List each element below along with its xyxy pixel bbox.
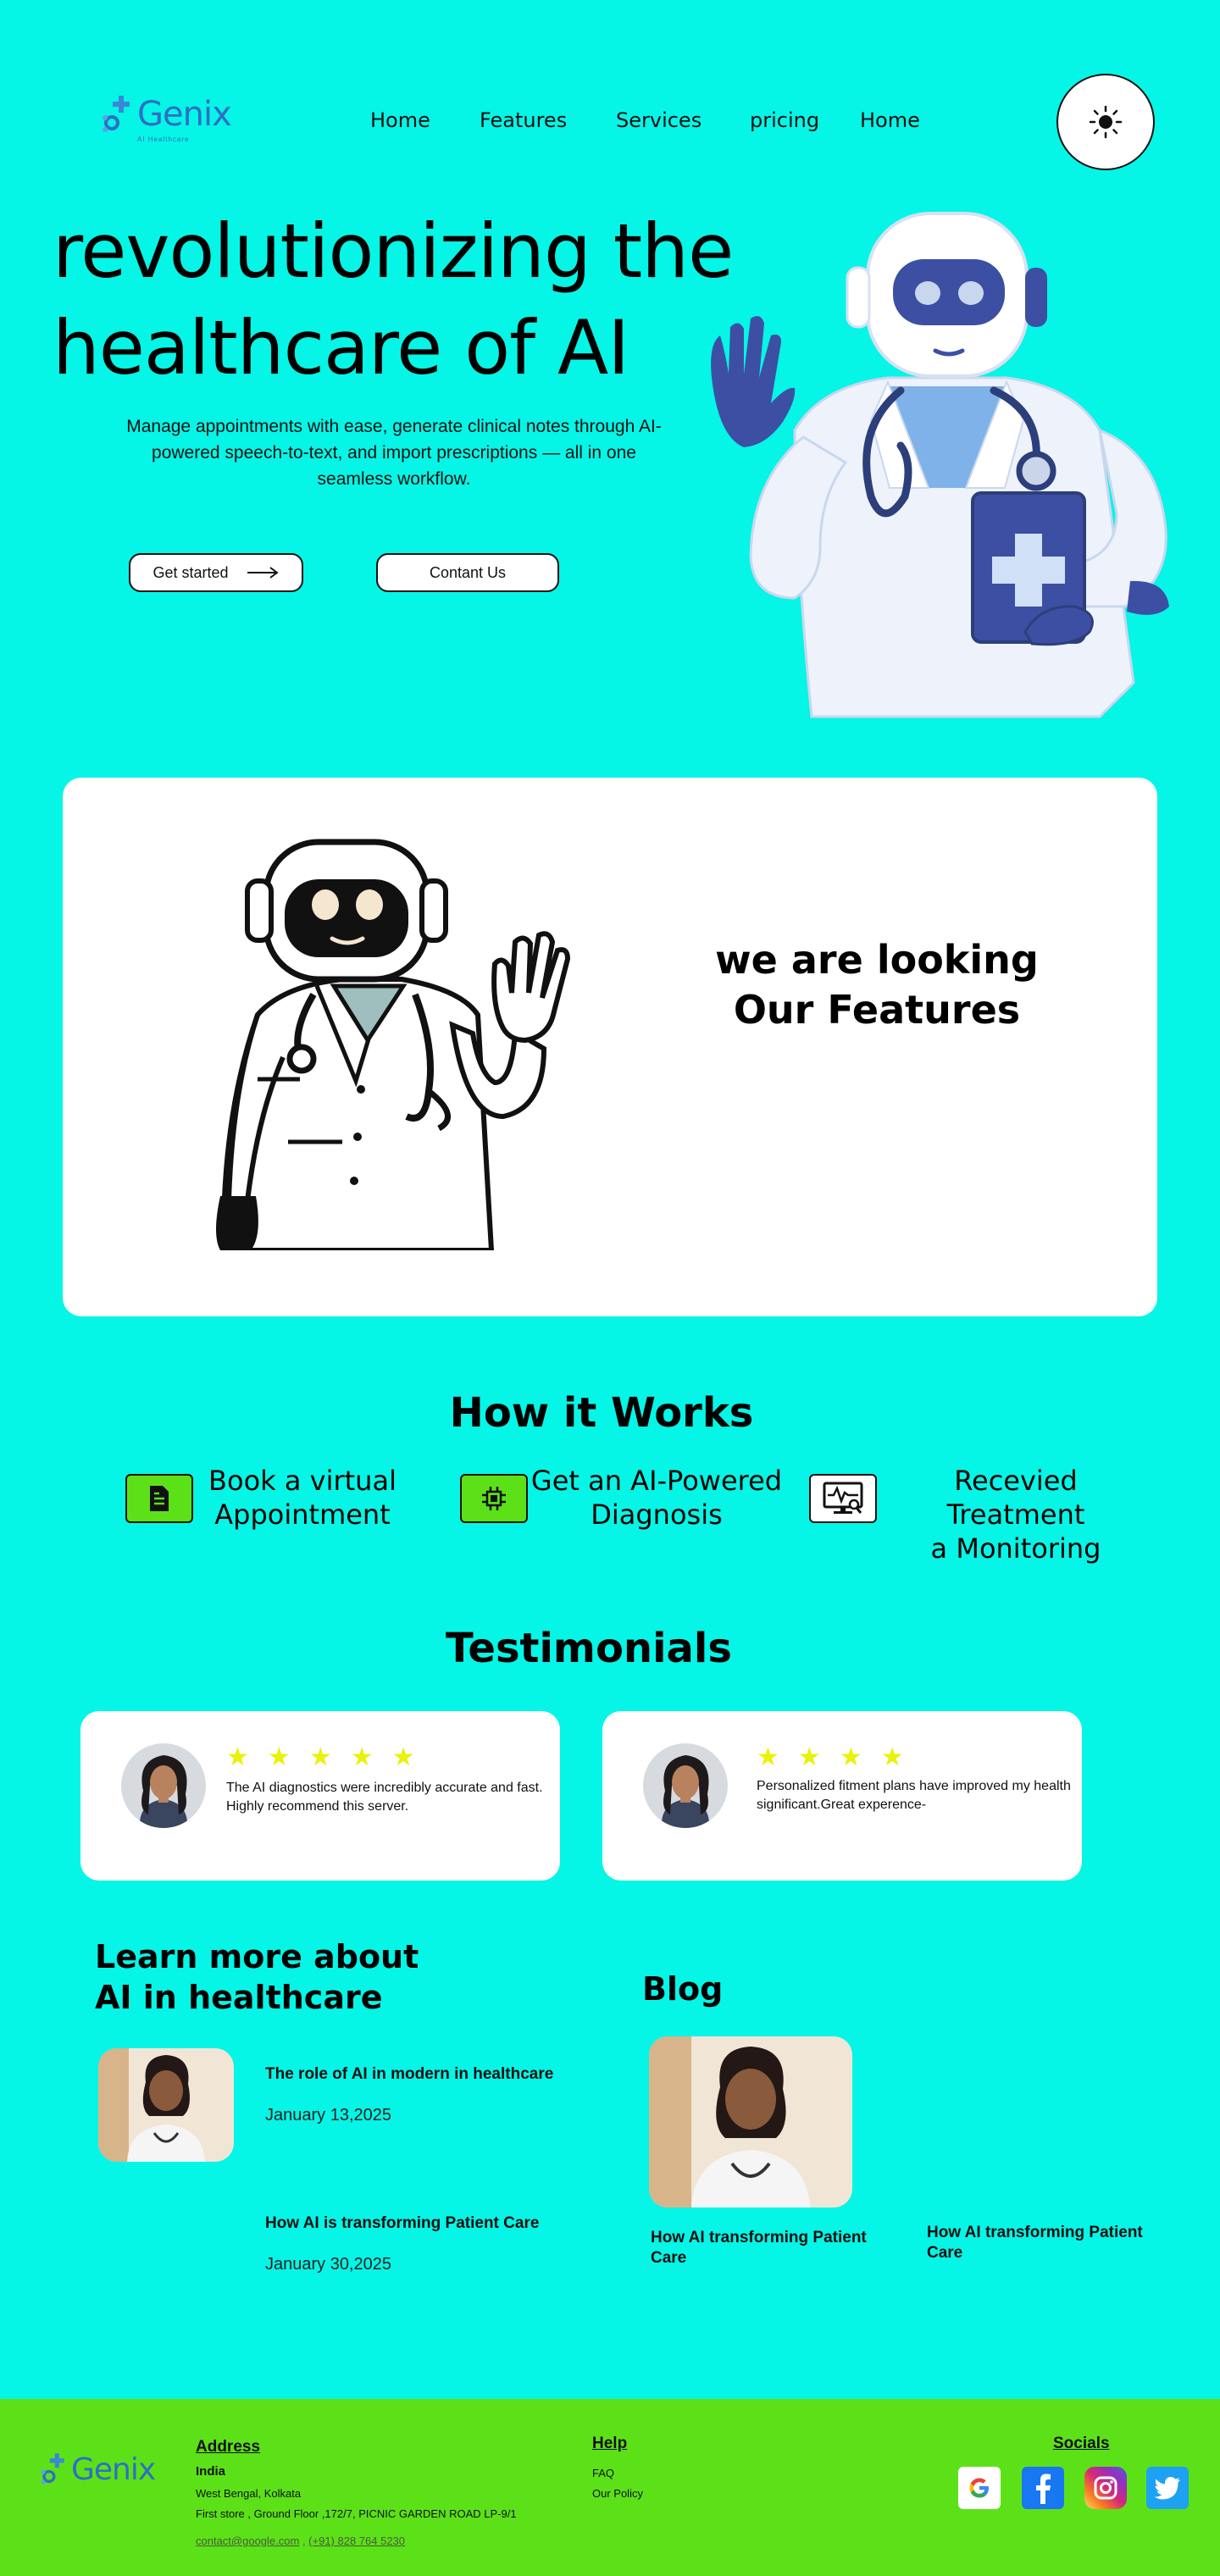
hero-robot-illustration [711, 212, 1169, 718]
star-icon: ★ [267, 1743, 291, 1771]
article-thumbnail[interactable] [98, 2048, 234, 2162]
star-icon: ★ [226, 1743, 249, 1771]
article-title[interactable]: The role of AI in modern in healthcare [265, 2065, 587, 2084]
article-date: January 30,2025 [265, 2255, 392, 2274]
socials-heading: Socials [1053, 2435, 1110, 2452]
how-step-1-line1: Book a virtual [208, 1465, 396, 1497]
testimonial-card: ★ ★ ★ ★ ★ The AI diagnostics were incred… [80, 1711, 560, 1881]
article-date: January 13,2025 [265, 2106, 392, 2125]
hero-title: revolutionizing the healthcare of AI [53, 203, 798, 396]
blog-title: Blog [642, 1970, 724, 2008]
star-icon: ★ [391, 1743, 415, 1771]
address-street: First store , Ground Floor ,172/7, PICNI… [196, 2507, 517, 2520]
nav-home-2[interactable]: Home [860, 108, 920, 132]
monitor-icon [809, 1474, 877, 1523]
how-step-2-line1: Get an AI-Powered [530, 1465, 783, 1497]
star-icon: ★ [880, 1743, 904, 1771]
testimonial-text: The AI diagnostics were incredibly accur… [226, 1781, 543, 1814]
address-country: India [196, 2464, 226, 2479]
help-heading: Help [592, 2435, 628, 2452]
testimonial-card: ★ ★ ★ ★ Personalized fitment plans have … [602, 1711, 1082, 1881]
testimonials-title: Testimonials [446, 1625, 732, 1672]
how-step-1: Book a virtual Appointment [205, 1464, 400, 1532]
instagram-icon[interactable] [1084, 2467, 1127, 2509]
features-line1: we are looking [715, 937, 1039, 983]
brand-logo[interactable]: Genix AI Healthcare [100, 81, 244, 147]
star-icon: ★ [757, 1743, 779, 1771]
footer-brand-name: Genix [71, 2451, 156, 2487]
hero-description: Manage appointments with ease, generate … [126, 417, 662, 489]
avatar [643, 1743, 728, 1828]
facebook-icon[interactable] [1022, 2467, 1064, 2509]
how-step-3: Recevied Treatment a Monitoring [881, 1464, 1151, 1565]
nav-services[interactable]: Services [616, 108, 702, 132]
hero-title-line2: healthcare of AI [53, 304, 629, 391]
theme-toggle-button[interactable] [1056, 74, 1155, 170]
logo-icon [103, 96, 130, 132]
feature-robot-illustration [216, 839, 571, 1250]
address-heading: Address [196, 2438, 261, 2456]
rating-stars: ★ ★ ★ ★ [757, 1745, 904, 1770]
features-heading: we are looking Our Features [703, 935, 1051, 1035]
contact-email-link[interactable]: contact@google.com [196, 2534, 299, 2547]
contact-us-label: Contant Us [429, 563, 507, 581]
how-step-3-line2: a Monitoring [930, 1532, 1101, 1565]
twitter-icon[interactable] [1146, 2467, 1189, 2509]
brand-name: Genix [137, 95, 232, 134]
nav-home[interactable]: Home [370, 108, 430, 132]
get-started-button[interactable]: Get started [129, 553, 303, 592]
star-icon: ★ [839, 1743, 862, 1771]
how-step-3-line1: Recevied Treatment [946, 1465, 1085, 1531]
arrow-right-icon [247, 567, 279, 579]
logo-icon [41, 2453, 64, 2485]
star-icon: ★ [308, 1743, 332, 1771]
star-icon: ★ [797, 1743, 821, 1771]
nav-pricing[interactable]: pricing [750, 108, 819, 132]
nav-features[interactable]: Features [480, 108, 567, 132]
avatar [121, 1743, 206, 1828]
how-step-2-line2: Diagnosis [591, 1499, 723, 1531]
brand-tagline: AI Healthcare [137, 136, 190, 143]
article-title[interactable]: How AI is transforming Patient Care [265, 2214, 587, 2233]
google-icon[interactable] [958, 2467, 1001, 2509]
get-started-label: Get started [152, 563, 229, 581]
help-link-faq[interactable]: FAQ [592, 2463, 614, 2484]
learn-title-line1: Learn more about [95, 1938, 419, 1975]
address-city: West Bengal, Kolkata [196, 2487, 302, 2500]
star-icon: ★ [350, 1743, 374, 1771]
chip-icon [460, 1474, 528, 1523]
learn-more-title: Learn more about AI in healthcare [95, 1936, 434, 2018]
learn-title-line2: AI in healthcare [95, 1979, 383, 2016]
blog-thumbnail[interactable] [649, 2036, 852, 2208]
features-line2: Our Features [733, 987, 1021, 1033]
blog-caption[interactable]: How AI transforming Patient Care [927, 2223, 1173, 2263]
hero-title-line1: revolutionizing the [53, 208, 734, 295]
contact-us-button[interactable]: Contant Us [376, 553, 559, 592]
testimonial-text: Personalized fitment plans have improved… [757, 1779, 1071, 1812]
document-icon [125, 1474, 193, 1523]
footer-logo[interactable]: Genix [39, 2448, 156, 2490]
contact-line: contact@google.com , (+91) 828 764 5230 [196, 2531, 405, 2551]
contact-phone-link[interactable]: (+91) 828 764 5230 [308, 2534, 405, 2547]
how-step-1-line2: Appointment [214, 1499, 391, 1531]
sun-icon [1089, 105, 1123, 139]
how-it-works-title: How it Works [449, 1389, 754, 1437]
how-step-2: Get an AI-Powered Diagnosis [530, 1464, 783, 1532]
rating-stars: ★ ★ ★ ★ ★ [226, 1745, 415, 1770]
blog-caption[interactable]: How AI transforming Patient Care [651, 2228, 896, 2269]
help-link-policy[interactable]: Our Policy [592, 2484, 643, 2504]
contact-separator: , [299, 2534, 309, 2547]
